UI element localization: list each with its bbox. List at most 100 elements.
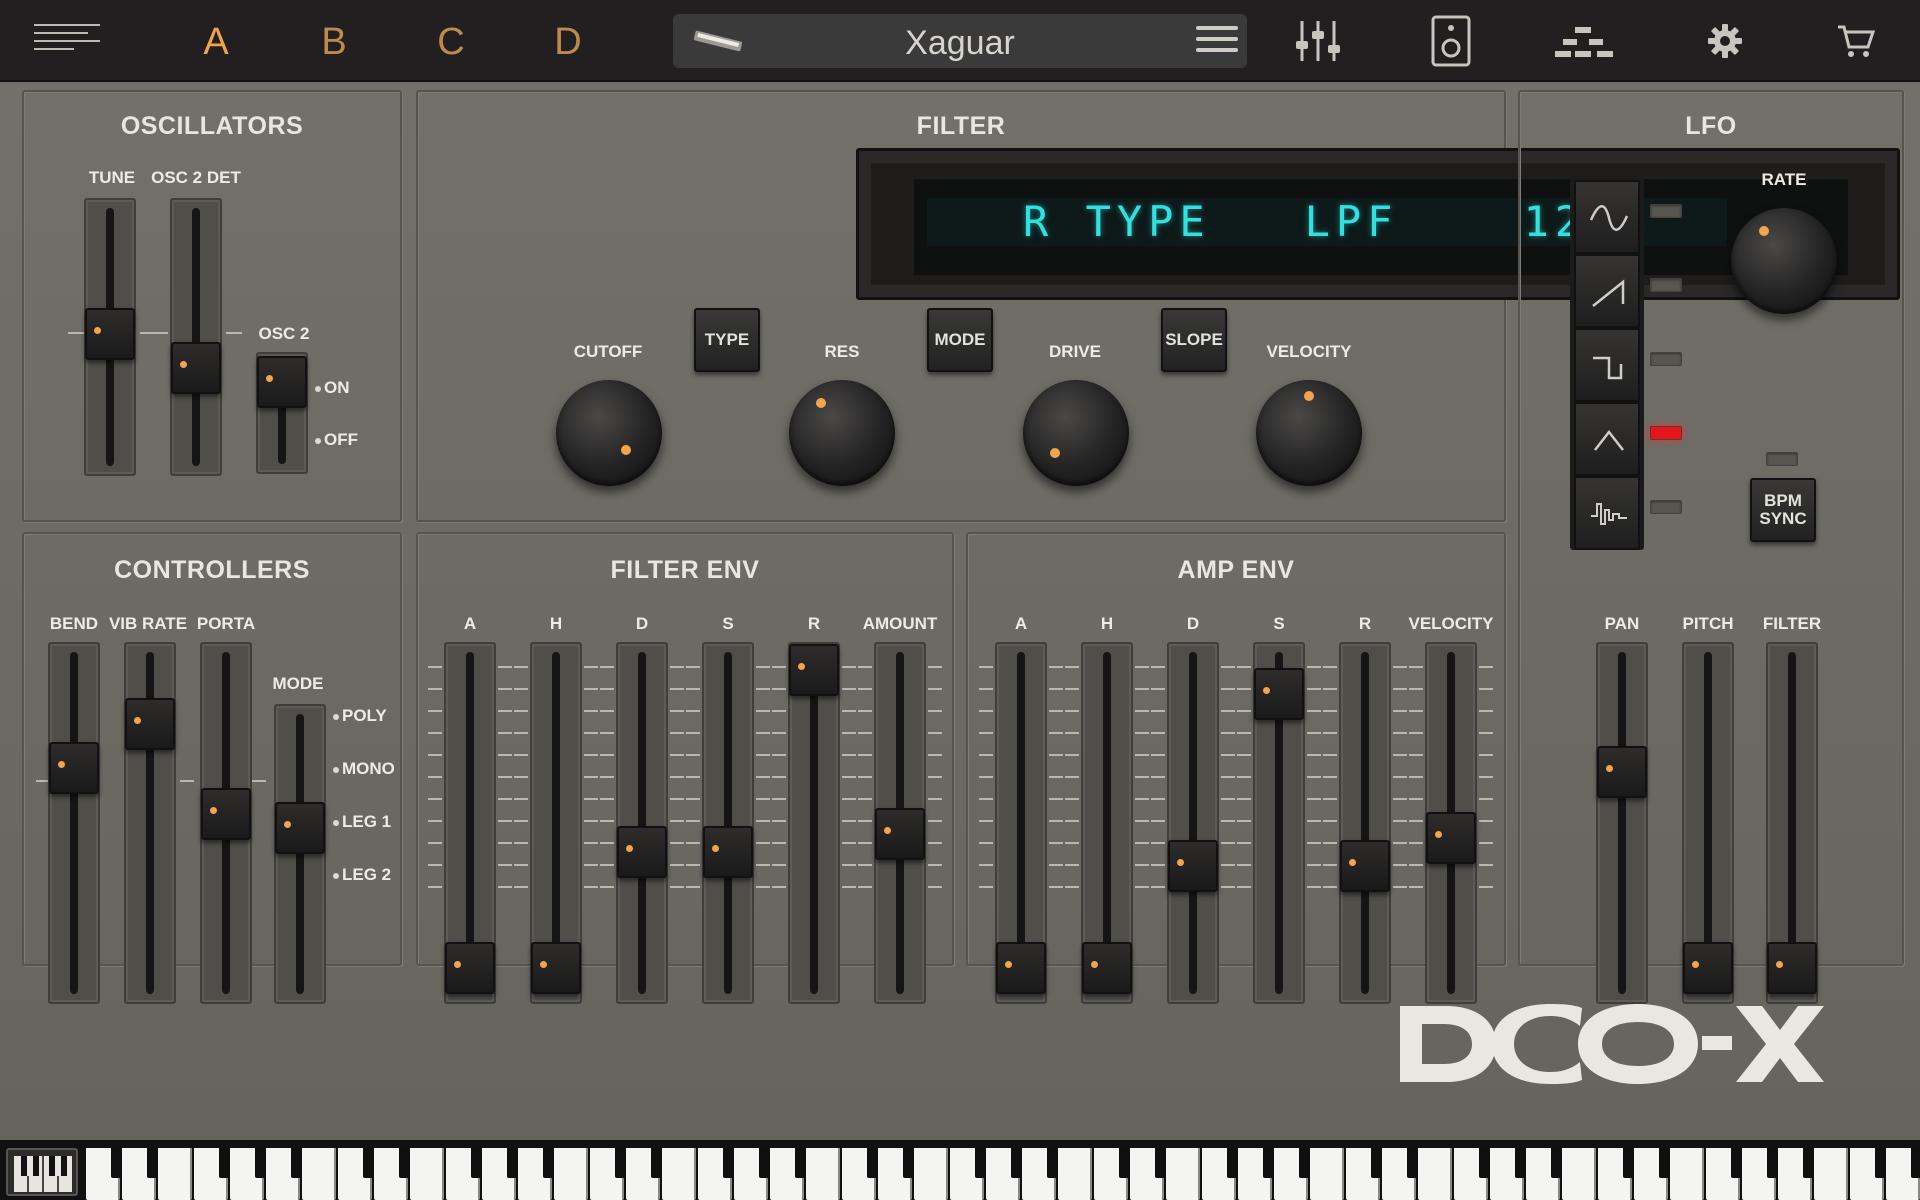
mode-leg1-option[interactable]: LEG 1 <box>333 812 391 832</box>
osc2-detune-slider-handle[interactable] <box>171 342 221 394</box>
slot-b[interactable]: B <box>304 20 364 64</box>
piano-white-key[interactable] <box>302 1148 336 1200</box>
porta-slider[interactable] <box>198 642 254 1004</box>
piano-white-key[interactable] <box>1058 1148 1092 1200</box>
piano-white-key[interactable] <box>1310 1148 1344 1200</box>
vib-rate-slider[interactable] <box>122 642 178 1004</box>
piano-white-key[interactable] <box>1670 1148 1704 1200</box>
amp-env-r-slider[interactable] <box>1337 642 1393 1004</box>
mode-leg2-option[interactable]: LEG 2 <box>333 865 391 885</box>
dco-x-logo <box>1400 1004 1826 1089</box>
piano-white-key[interactable] <box>1418 1148 1452 1200</box>
piano-white-key[interactable] <box>914 1148 948 1200</box>
cutoff-knob[interactable] <box>556 380 662 486</box>
amp-env-d-slider-handle[interactable] <box>1168 840 1218 892</box>
shop-cart-icon[interactable] <box>1834 20 1878 62</box>
bpm-sync-button[interactable]: BPM SYNC <box>1750 478 1816 542</box>
filter-env-s-slider[interactable] <box>700 642 756 1004</box>
drive-knob[interactable] <box>1023 380 1129 486</box>
piano-white-key[interactable] <box>554 1148 588 1200</box>
filter-env-amount-slider-handle[interactable] <box>875 808 925 860</box>
lfo-pan-slider-handle[interactable] <box>1597 746 1647 798</box>
slot-a[interactable]: A <box>186 20 246 64</box>
amp-env-velocity-slider-handle[interactable] <box>1426 812 1476 864</box>
preset-menu-icon[interactable] <box>1196 26 1238 52</box>
amp-env-velocity-slider[interactable] <box>1423 642 1479 1004</box>
filter-type-button[interactable]: TYPE <box>694 308 760 372</box>
osc2-detune-slider[interactable] <box>168 198 224 476</box>
lfo-filter-slider-handle[interactable] <box>1767 942 1817 994</box>
amp-env-s-slider[interactable] <box>1251 642 1307 1004</box>
filter-env-a-slider-handle[interactable] <box>445 942 495 994</box>
voice-mode-switch-handle[interactable] <box>275 802 325 854</box>
lfo-rate-knob[interactable] <box>1731 208 1837 314</box>
preset-selector[interactable]: Xaguar <box>673 14 1247 68</box>
lfo-filter-slider[interactable] <box>1764 642 1820 1004</box>
mode-poly-option[interactable]: POLY <box>333 706 387 726</box>
voice-mode-switch[interactable] <box>272 704 328 1004</box>
lfo-square-button[interactable] <box>1574 328 1640 402</box>
piano-white-key[interactable] <box>1166 1148 1200 1200</box>
lfo-sawtooth-button[interactable] <box>1574 254 1640 328</box>
bend-label: BEND <box>49 614 99 633</box>
filter-slope-button[interactable]: SLOPE <box>1161 308 1227 372</box>
hamburger-menu-icon[interactable] <box>34 18 100 62</box>
filter-env-d-slider[interactable] <box>614 642 670 1004</box>
filter-env-d-slider-handle[interactable] <box>617 826 667 878</box>
keyboard-toggle-icon[interactable] <box>6 1148 78 1196</box>
velocity-knob[interactable] <box>1256 380 1362 486</box>
piano-white-key[interactable] <box>662 1148 696 1200</box>
lfo-square-led <box>1650 352 1682 366</box>
filter-env-h-slider-handle[interactable] <box>531 942 581 994</box>
piano-keys[interactable] <box>86 1148 1920 1200</box>
settings-gear-icon[interactable] <box>1704 20 1746 62</box>
amp-env-r-label: R <box>1358 614 1372 633</box>
filter-env-s-slider-handle[interactable] <box>703 826 753 878</box>
piano-white-key[interactable] <box>1562 1148 1596 1200</box>
lfo-sine-button[interactable] <box>1574 180 1640 254</box>
lfo-pitch-slider[interactable] <box>1680 642 1736 1004</box>
speaker-icon[interactable] <box>1428 14 1474 68</box>
piano-black-key[interactable] <box>1911 1148 1920 1178</box>
piano-white-key[interactable] <box>410 1148 444 1200</box>
piano-white-key[interactable] <box>1814 1148 1848 1200</box>
amp-env-d-slider[interactable] <box>1165 642 1221 1004</box>
tune-slider-handle[interactable] <box>85 308 135 360</box>
osc2-off-option[interactable]: OFF <box>315 430 358 450</box>
amp-env-velocity-label: VELOCITY <box>1408 614 1494 633</box>
osc2-switch[interactable] <box>254 352 310 474</box>
amp-env-h-slider-handle[interactable] <box>1082 942 1132 994</box>
amp-env-r-slider-handle[interactable] <box>1340 840 1390 892</box>
amp-env-h-slider[interactable] <box>1079 642 1135 1004</box>
filter-env-r-slider[interactable] <box>786 642 842 1004</box>
slot-c[interactable]: C <box>421 20 481 64</box>
sequencer-icon[interactable] <box>1552 24 1616 60</box>
filter-env-a-slider[interactable] <box>442 642 498 1004</box>
bend-slider-handle[interactable] <box>49 742 99 794</box>
filter-mode-button[interactable]: MODE <box>927 308 993 372</box>
lfo-pan-slider[interactable] <box>1594 642 1650 1004</box>
filter-env-h-slider[interactable] <box>528 642 584 1004</box>
amp-env-a-slider[interactable] <box>993 642 1049 1004</box>
lfo-triangle-led <box>1650 426 1682 440</box>
tune-slider[interactable] <box>82 198 138 476</box>
preset-name[interactable]: Xaguar <box>673 24 1247 63</box>
osc2-switch-handle[interactable] <box>257 356 307 408</box>
res-knob[interactable] <box>789 380 895 486</box>
osc2-on-option[interactable]: ON <box>315 378 350 398</box>
filter-env-amount-slider[interactable] <box>872 642 928 1004</box>
mixer-icon[interactable] <box>1290 16 1346 66</box>
lfo-triangle-button[interactable] <box>1574 402 1640 476</box>
piano-white-key[interactable] <box>806 1148 840 1200</box>
amp-env-a-slider-handle[interactable] <box>996 942 1046 994</box>
bend-slider[interactable] <box>46 642 102 1004</box>
slot-d[interactable]: D <box>538 20 598 64</box>
lfo-pitch-slider-handle[interactable] <box>1683 942 1733 994</box>
lfo-sample-hold-button[interactable] <box>1574 476 1640 550</box>
amp-env-s-slider-handle[interactable] <box>1254 668 1304 720</box>
mode-mono-option[interactable]: MONO <box>333 759 395 779</box>
filter-env-r-slider-handle[interactable] <box>789 644 839 696</box>
piano-white-key[interactable] <box>158 1148 192 1200</box>
porta-slider-handle[interactable] <box>201 788 251 840</box>
vib-rate-slider-handle[interactable] <box>125 698 175 750</box>
